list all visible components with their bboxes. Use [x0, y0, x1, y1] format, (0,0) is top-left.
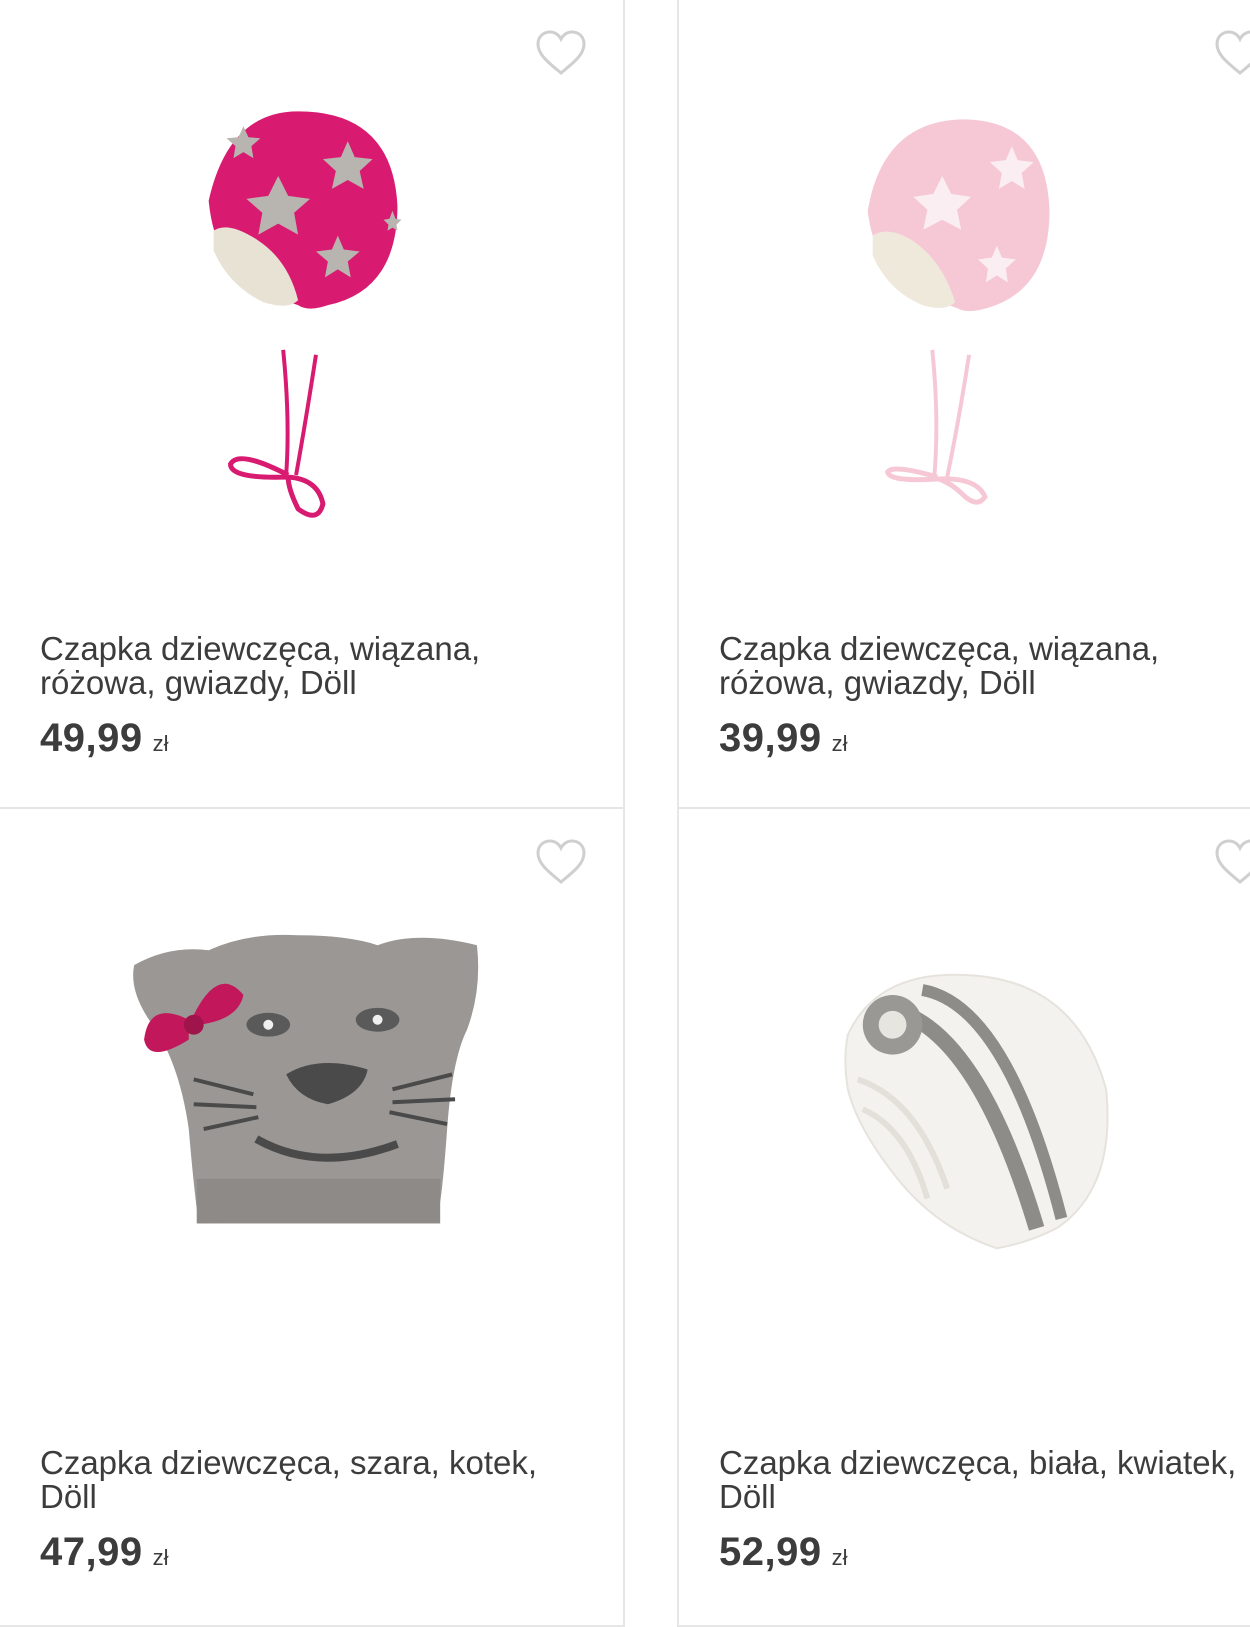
product-title[interactable]: Czapka dziewczęca, szara, kotek, Döll — [40, 1446, 580, 1514]
price-currency: zł — [152, 1545, 169, 1570]
product-title[interactable]: Czapka dziewczęca, wiązana, różowa, gwia… — [719, 632, 1250, 700]
heart-icon[interactable] — [535, 839, 587, 885]
product-title[interactable]: Czapka dziewczęca, wiązana, różowa, gwia… — [40, 632, 580, 700]
price-amount: 49,99 — [40, 716, 143, 760]
product-image[interactable] — [0, 80, 623, 580]
product-grid: Czapka dziewczęca, wiązana, różowa, gwia… — [0, 0, 1250, 1627]
hat-pink-stars-icon — [208, 111, 402, 518]
product-image[interactable] — [679, 889, 1250, 1389]
price-currency: zł — [831, 1545, 848, 1570]
price-currency: zł — [831, 731, 848, 756]
product-image[interactable] — [0, 889, 623, 1389]
product-price: 52,99 zł — [719, 1530, 848, 1575]
hat-grey-cat-icon — [133, 934, 479, 1224]
heart-icon[interactable] — [1214, 30, 1250, 76]
price-amount: 52,99 — [719, 1530, 822, 1574]
product-card[interactable]: Czapka dziewczęca, wiązana, różowa, gwia… — [677, 0, 1250, 809]
heart-icon[interactable] — [535, 30, 587, 76]
product-card[interactable]: Czapka dziewczęca, szara, kotek, Döll 47… — [0, 807, 625, 1627]
hat-light-pink-stars-icon — [867, 119, 1050, 505]
product-price: 47,99 zł — [40, 1530, 169, 1575]
product-card[interactable]: Czapka dziewczęca, wiązana, różowa, gwia… — [0, 0, 625, 809]
price-currency: zł — [152, 731, 169, 756]
product-card[interactable]: Czapka dziewczęca, biała, kwiatek, Döll … — [677, 807, 1250, 1627]
product-price: 49,99 zł — [40, 716, 169, 761]
price-amount: 39,99 — [719, 716, 822, 760]
product-price: 39,99 zł — [719, 716, 848, 761]
hat-white-flower-icon — [844, 973, 1109, 1250]
heart-icon[interactable] — [1214, 839, 1250, 885]
product-image[interactable] — [679, 80, 1250, 580]
product-title[interactable]: Czapka dziewczęca, biała, kwiatek, Döll — [719, 1446, 1250, 1514]
price-amount: 47,99 — [40, 1530, 143, 1574]
